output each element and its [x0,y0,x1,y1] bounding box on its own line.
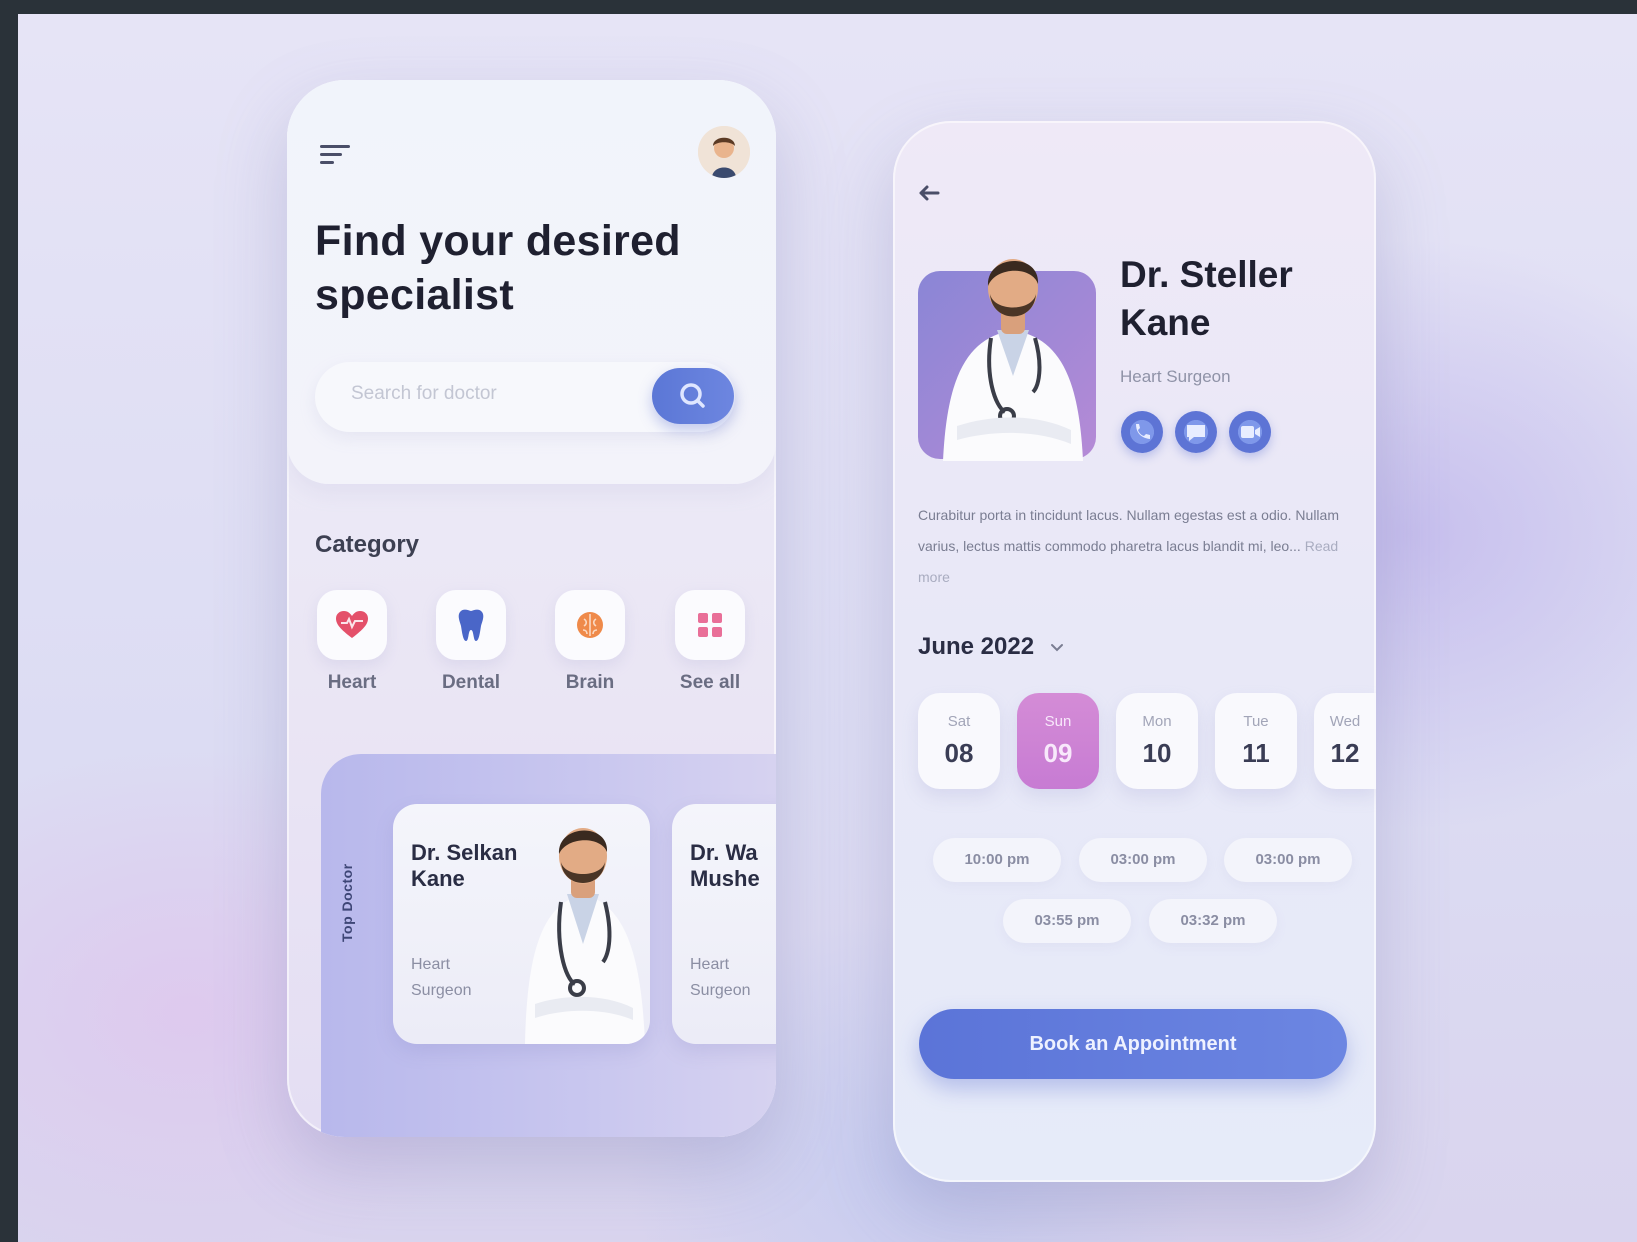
time-slot[interactable]: 03:00 pm [1079,838,1207,882]
message-button[interactable] [1175,411,1217,453]
phone-screen-home: Find your desired specialist Search for … [287,80,776,1137]
time-slot[interactable]: 03:00 pm [1224,838,1352,882]
date-number: 11 [1242,738,1270,768]
background [18,14,1637,1242]
book-appointment-button[interactable]: Book an Appointment [919,1009,1347,1079]
date-tile[interactable]: Sat 08 [918,693,1000,789]
search-placeholder: Search for doctor [351,383,497,404]
category-brain[interactable]: Brain [555,590,625,694]
heart-icon [336,611,368,638]
category-tile [675,590,745,660]
doctor-photo [525,828,645,1044]
bio-text: Curabitur porta in tincidunt lacus. Null… [918,507,1339,554]
user-avatar[interactable] [698,126,750,178]
doctor-card[interactable]: Dr. Wa Mushe Heart Surgeon [672,804,776,1044]
video-icon [1241,426,1260,438]
date-tile[interactable]: Mon 10 [1116,693,1198,789]
date-number: 12 [1330,738,1360,768]
tooth-icon [458,609,484,641]
video-call-button[interactable] [1229,411,1271,453]
phone-icon [1136,424,1150,439]
top-doctors-label: Top Doctor [339,863,355,942]
date-tile-selected[interactable]: Sun 09 [1017,693,1099,789]
brain-icon [577,612,603,638]
page-title: Find your desired specialist [315,217,681,319]
arrow-left-icon[interactable] [916,183,942,203]
category-tile [436,590,506,660]
category-title: Category [315,531,420,558]
category-tile [317,590,387,660]
date-day: Sat [947,713,971,730]
search-button[interactable] [652,368,734,424]
call-button[interactable] [1121,411,1163,453]
category-dental[interactable]: Dental [436,590,506,694]
time-slot[interactable]: 03:32 pm [1149,899,1277,943]
hamburger-menu-icon[interactable] [320,145,350,165]
time-slot[interactable]: 10:00 pm [933,838,1061,882]
search-icon [680,383,705,408]
category-see-all[interactable]: See all [675,590,745,694]
date-day: Mon [1142,713,1172,730]
date-tile[interactable]: Wed 12 [1314,693,1376,789]
doctor-card-specialty: Heart Surgeon [411,956,472,999]
date-day: Sun [1044,713,1072,730]
date-number: 08 [944,738,974,768]
doctor-card-specialty: Heart Surgeon [690,956,751,999]
chevron-down-icon [1050,643,1063,652]
category-label: Dental [441,672,501,693]
doctor-bio: Curabitur porta in tincidunt lacus. Null… [918,500,1348,593]
month-selector[interactable]: June 2022 [918,633,1065,661]
avatar-icon [698,126,750,178]
date-number: 09 [1043,738,1073,768]
grid-icon [698,613,722,637]
category-label: Heart [327,672,377,693]
doctor-card[interactable]: Dr. Selkan Kane Heart Surgeon [393,804,650,1044]
chat-icon [1187,425,1205,441]
phone-screen-doctor-detail: Dr. Steller Kane Heart Surgeon Curabitur… [893,121,1376,1182]
date-day: Tue [1243,713,1269,730]
category-tile [555,590,625,660]
month-label: June 2022 [918,633,1035,660]
date-day: Wed [1329,713,1361,730]
date-number: 10 [1142,738,1172,768]
category-label: Brain [565,672,615,693]
category-label: See all [679,672,741,693]
date-tile[interactable]: Tue 11 [1215,693,1297,789]
time-slot[interactable]: 03:55 pm [1003,899,1131,943]
arrow-left-icon [919,185,940,201]
doctor-name: Dr. Steller Kane [1120,254,1293,343]
doctor-specialty: Heart Surgeon [1120,367,1231,386]
category-heart[interactable]: Heart [317,590,387,694]
doctor-card-name: Dr. Wa Mushe [690,840,760,891]
doctor-photo [943,259,1083,461]
